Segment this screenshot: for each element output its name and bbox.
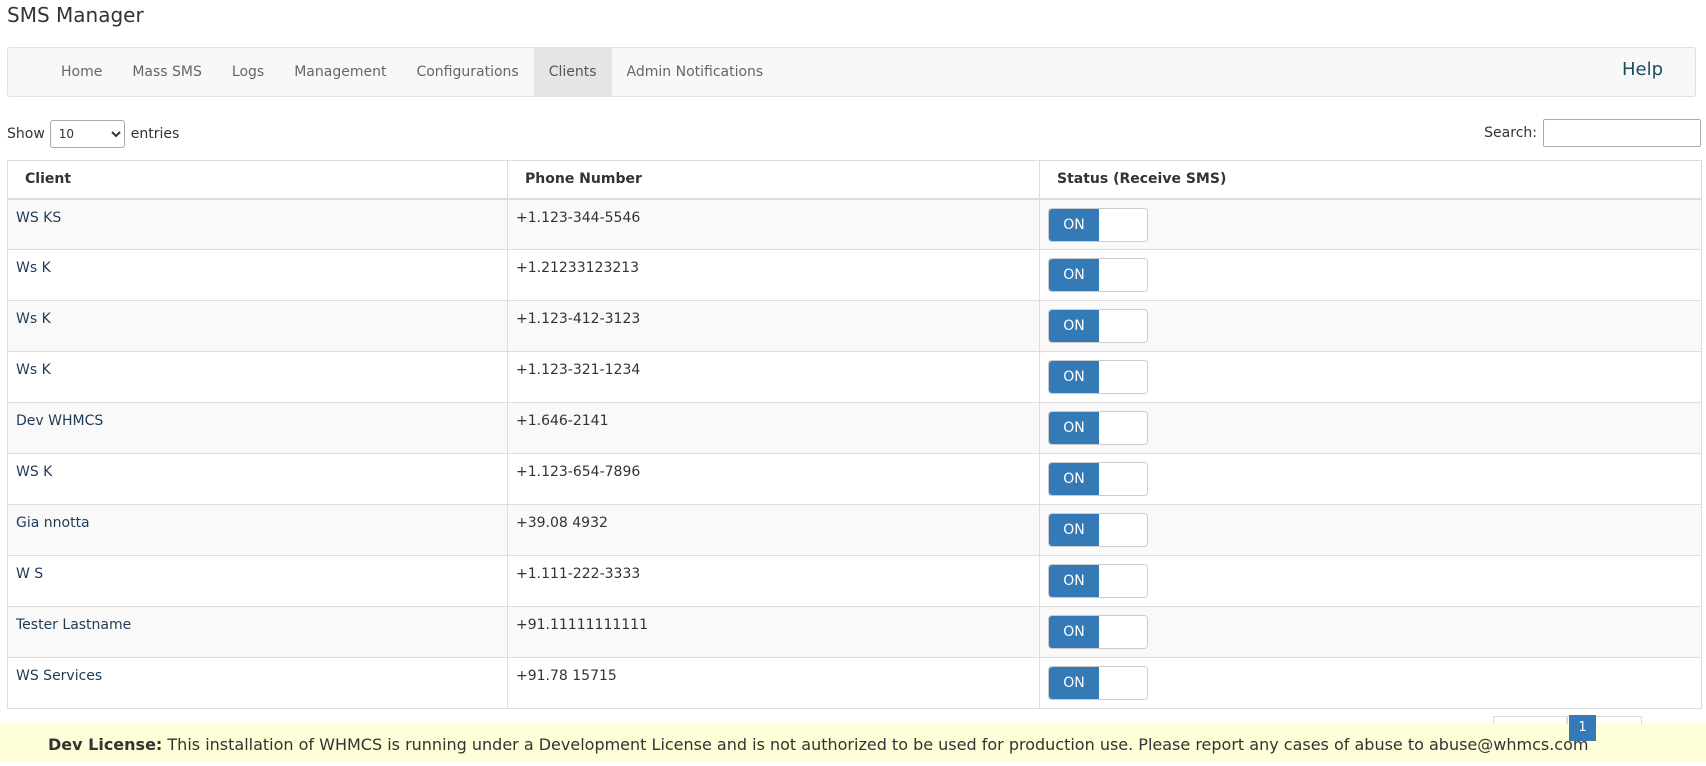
phone-number: +1.21233123213: [507, 249, 1040, 301]
phone-number: +91.78 15715: [507, 657, 1040, 709]
table-row: W S +1.111-222-3333 ON: [7, 555, 1702, 607]
license-label: Dev License:: [48, 735, 163, 754]
column-header-phone[interactable]: Phone Number: [507, 160, 1040, 200]
search-input[interactable]: [1543, 119, 1701, 147]
receive-sms-toggle[interactable]: ON: [1048, 462, 1148, 496]
clients-table: Client Phone Number Status (Receive SMS)…: [7, 160, 1702, 709]
phone-number: +1.646-2141: [507, 402, 1040, 454]
receive-sms-toggle[interactable]: ON: [1048, 666, 1148, 700]
toggle-on-label: ON: [1049, 667, 1099, 699]
license-text: This installation of WHMCS is running un…: [167, 735, 1589, 754]
entries-label: entries: [130, 126, 180, 142]
toggle-on-label: ON: [1049, 616, 1099, 648]
toggle-off-handle: [1099, 463, 1147, 495]
client-name[interactable]: Ws K: [7, 351, 508, 403]
phone-number: +1.123-344-5546: [507, 198, 1040, 250]
toggle-on-label: ON: [1049, 514, 1099, 546]
receive-sms-toggle[interactable]: ON: [1048, 309, 1148, 343]
toggle-off-handle: [1099, 616, 1147, 648]
receive-sms-toggle[interactable]: ON: [1048, 258, 1148, 292]
column-header-client[interactable]: Client: [7, 160, 508, 200]
phone-number: +39.08 4932: [507, 504, 1040, 556]
client-name[interactable]: Tester Lastname: [7, 606, 508, 658]
toggle-off-handle: [1099, 667, 1147, 699]
status-cell: ON: [1039, 249, 1702, 301]
nav-item-admin-notifications[interactable]: Admin Notifications: [612, 48, 779, 96]
toggle-off-handle: [1099, 565, 1147, 597]
show-label: Show: [7, 126, 45, 142]
receive-sms-toggle[interactable]: ON: [1048, 615, 1148, 649]
toggle-off-handle: [1099, 208, 1147, 241]
receive-sms-toggle[interactable]: ON: [1048, 207, 1148, 242]
pagination-page-current[interactable]: 1: [1569, 715, 1596, 741]
table-row: WS Services +91.78 15715 ON: [7, 657, 1702, 709]
receive-sms-toggle[interactable]: ON: [1048, 411, 1148, 445]
nav-item-management[interactable]: Management: [279, 48, 401, 96]
table-row: Tester Lastname +91.11111111111 ON: [7, 606, 1702, 658]
search-label: Search:: [1484, 125, 1537, 141]
nav-item-clients[interactable]: Clients: [533, 48, 612, 96]
nav-item-mass-sms[interactable]: Mass SMS: [117, 48, 217, 96]
table-row: Ws K +1.21233123213 ON: [7, 249, 1702, 301]
nav-item-logs[interactable]: Logs: [217, 48, 279, 96]
toggle-on-label: ON: [1049, 259, 1099, 291]
toggle-on-label: ON: [1049, 361, 1099, 393]
status-cell: ON: [1039, 453, 1702, 505]
entries-length-control: Show 10 entries: [7, 120, 179, 148]
toggle-on-label: ON: [1049, 208, 1099, 241]
table-row: Gia nnotta +39.08 4932 ON: [7, 504, 1702, 556]
client-name[interactable]: Ws K: [7, 249, 508, 301]
phone-number: +1.111-222-3333: [507, 555, 1040, 607]
phone-number: +1.123-412-3123: [507, 300, 1040, 352]
page-title: SMS Manager: [7, 3, 144, 27]
table-row: Ws K +1.123-321-1234 ON: [7, 351, 1702, 403]
table-row: WS KS +1.123-344-5546 ON: [7, 198, 1702, 250]
status-cell: ON: [1039, 300, 1702, 352]
client-name[interactable]: WS KS: [7, 198, 508, 250]
receive-sms-toggle[interactable]: ON: [1048, 360, 1148, 394]
status-cell: ON: [1039, 657, 1702, 709]
receive-sms-toggle[interactable]: ON: [1048, 513, 1148, 547]
toggle-on-label: ON: [1049, 565, 1099, 597]
status-cell: ON: [1039, 555, 1702, 607]
table-header-row: Client Phone Number Status (Receive SMS): [7, 160, 1702, 200]
toggle-off-handle: [1099, 361, 1147, 393]
client-name[interactable]: W S: [7, 555, 508, 607]
toggle-off-handle: [1099, 514, 1147, 546]
table-row: WS K +1.123-654-7896 ON: [7, 453, 1702, 505]
client-name[interactable]: Gia nnotta: [7, 504, 508, 556]
table-search: Search:: [1484, 119, 1701, 147]
entries-per-page-select[interactable]: 10: [49, 120, 125, 148]
column-header-status[interactable]: Status (Receive SMS): [1039, 160, 1702, 200]
table-row: Dev WHMCS +1.646-2141 ON: [7, 402, 1702, 454]
receive-sms-toggle[interactable]: ON: [1048, 564, 1148, 598]
status-cell: ON: [1039, 402, 1702, 454]
client-name[interactable]: Ws K: [7, 300, 508, 352]
status-cell: ON: [1039, 606, 1702, 658]
phone-number: +1.123-321-1234: [507, 351, 1040, 403]
dev-license-banner: Dev License: This installation of WHMCS …: [0, 724, 1706, 762]
phone-number: +1.123-654-7896: [507, 453, 1040, 505]
toggle-on-label: ON: [1049, 310, 1099, 342]
nav-item-configurations[interactable]: Configurations: [401, 48, 533, 96]
client-name[interactable]: Dev WHMCS: [7, 402, 508, 454]
status-cell: ON: [1039, 351, 1702, 403]
top-navbar: Home Mass SMS Logs Management Configurat…: [7, 47, 1696, 97]
client-name[interactable]: WS Services: [7, 657, 508, 709]
status-cell: ON: [1039, 504, 1702, 556]
status-cell: ON: [1039, 198, 1702, 250]
nav-menu: Home Mass SMS Logs Management Configurat…: [46, 48, 778, 96]
toggle-off-handle: [1099, 259, 1147, 291]
toggle-off-handle: [1099, 310, 1147, 342]
client-name[interactable]: WS K: [7, 453, 508, 505]
toggle-off-handle: [1099, 412, 1147, 444]
toggle-on-label: ON: [1049, 412, 1099, 444]
pagination-current-wrapper: 1: [1569, 715, 1596, 741]
help-link[interactable]: Help: [1622, 48, 1663, 92]
toggle-on-label: ON: [1049, 463, 1099, 495]
phone-number: +91.11111111111: [507, 606, 1040, 658]
nav-item-home[interactable]: Home: [46, 48, 117, 96]
table-row: Ws K +1.123-412-3123 ON: [7, 300, 1702, 352]
